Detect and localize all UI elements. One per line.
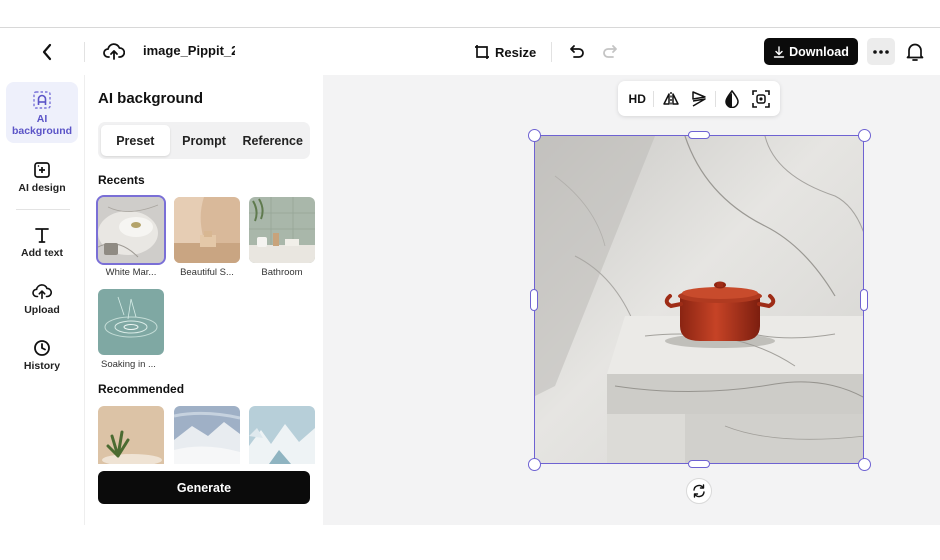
canvas-area: HD: [323, 75, 940, 525]
generate-button[interactable]: Generate: [98, 471, 310, 504]
top-header: image_Pippit_2C Resize Download: [0, 28, 940, 75]
tab-reference[interactable]: Reference: [238, 125, 307, 156]
redo-icon: [603, 45, 617, 58]
flip-vertical-icon: [692, 90, 706, 107]
rail-item-label: AI: [36, 113, 48, 125]
chevron-left-icon: [42, 43, 52, 61]
recommended-thumb-2[interactable]: [174, 406, 240, 464]
product-photo: [535, 136, 863, 463]
rail-divider: [16, 209, 70, 210]
rail-item-label: Add text: [21, 247, 63, 259]
ai-design-icon: [34, 162, 50, 178]
ai-background-icon: [33, 91, 51, 109]
back-button[interactable]: [36, 40, 58, 64]
recent-caption: White Mar...: [105, 267, 157, 278]
cloud-upload-icon: [103, 43, 125, 60]
tab-preset[interactable]: Preset: [101, 125, 170, 156]
flip-vertical-button[interactable]: [686, 85, 712, 113]
thumbnail-image: [98, 289, 164, 355]
rail-item-label: Upload: [24, 304, 60, 316]
text-icon: [35, 228, 49, 243]
opacity-icon: [725, 89, 740, 108]
rail-item-label: background: [11, 125, 73, 137]
recent-thumb-beautiful[interactable]: [174, 197, 240, 263]
rotate-button[interactable]: [686, 478, 712, 504]
download-label: Download: [789, 44, 849, 59]
undo-button[interactable]: [567, 40, 587, 64]
toolbar-separator: [653, 90, 655, 107]
resize-handle-bottom-left[interactable]: [528, 458, 541, 471]
recent-caption: Bathroom: [261, 267, 303, 278]
recents-title: Recents: [98, 173, 145, 187]
recommended-thumb-1[interactable]: [98, 406, 164, 464]
resize-handle-top[interactable]: [688, 131, 710, 139]
file-name[interactable]: image_Pippit_2C: [143, 43, 235, 58]
resize-handle-left[interactable]: [530, 289, 538, 311]
hd-button[interactable]: HD: [624, 85, 650, 113]
redo-button[interactable]: [600, 40, 620, 64]
upload-icon: [32, 284, 52, 300]
thumbnail-image: [98, 406, 164, 464]
notifications-button[interactable]: [904, 40, 926, 64]
resize-icon: [475, 45, 489, 59]
bottom-area: [0, 525, 940, 560]
panel-title: AI background: [98, 90, 204, 107]
resize-button[interactable]: Resize: [474, 40, 536, 64]
flip-horizontal-button[interactable]: [657, 85, 683, 113]
recommended-thumb-3[interactable]: [249, 406, 315, 464]
download-button[interactable]: Download: [764, 38, 858, 65]
resize-handle-right[interactable]: [860, 289, 868, 311]
header-separator: [551, 42, 552, 62]
rail-item-label: AI design: [18, 182, 66, 194]
tab-prompt[interactable]: Prompt: [170, 125, 239, 156]
thumbnail-image: [249, 406, 315, 464]
focus-icon: [751, 89, 770, 108]
resize-handle-top-left[interactable]: [528, 129, 541, 142]
focus-button[interactable]: [748, 85, 774, 113]
image-toolbar: HD: [618, 81, 780, 116]
recent-caption: Soaking in ...: [101, 359, 156, 370]
rail-item-ai-design[interactable]: AI design: [6, 161, 78, 194]
recent-caption: Beautiful S...: [180, 267, 234, 278]
header-separator: [84, 42, 85, 62]
mode-tabs: Preset Prompt Reference: [98, 122, 310, 159]
ai-background-panel: AI background Preset Prompt Reference Re…: [85, 75, 323, 525]
recent-thumb-bathroom[interactable]: [249, 197, 315, 263]
thumbnail-image: [174, 197, 240, 263]
thumbnail-image: [98, 197, 164, 263]
toolbar-separator: [715, 90, 717, 107]
recommended-title: Recommended: [98, 382, 185, 396]
thumbnail-image: [174, 406, 240, 464]
more-horizontal-icon: [873, 49, 889, 54]
recent-thumb-white-marble[interactable]: [96, 195, 166, 265]
canvas-image[interactable]: [534, 135, 864, 464]
resize-handle-bottom-right[interactable]: [858, 458, 871, 471]
resize-handle-bottom[interactable]: [688, 460, 710, 468]
rail-item-add-text[interactable]: Add text: [6, 226, 78, 259]
undo-icon: [570, 45, 584, 58]
flip-horizontal-icon: [662, 91, 679, 106]
bell-icon: [906, 43, 924, 61]
rail-item-history[interactable]: History: [6, 339, 78, 372]
resize-handle-top-right[interactable]: [858, 129, 871, 142]
cloud-upload-button[interactable]: [102, 40, 126, 64]
thumbnail-image: [249, 197, 315, 263]
more-options-button[interactable]: [867, 38, 895, 65]
rail-item-ai-background[interactable]: AI background: [6, 82, 78, 143]
tool-rail: AI background AI design Add text Upload …: [0, 75, 85, 525]
rail-item-upload[interactable]: Upload: [6, 283, 78, 316]
resize-label: Resize: [495, 44, 537, 60]
rotate-icon: [693, 484, 705, 498]
rail-item-label: History: [23, 360, 61, 372]
download-icon: [773, 45, 785, 58]
opacity-button[interactable]: [719, 85, 745, 113]
recent-thumb-soaking[interactable]: [98, 289, 164, 355]
history-icon: [34, 340, 50, 356]
